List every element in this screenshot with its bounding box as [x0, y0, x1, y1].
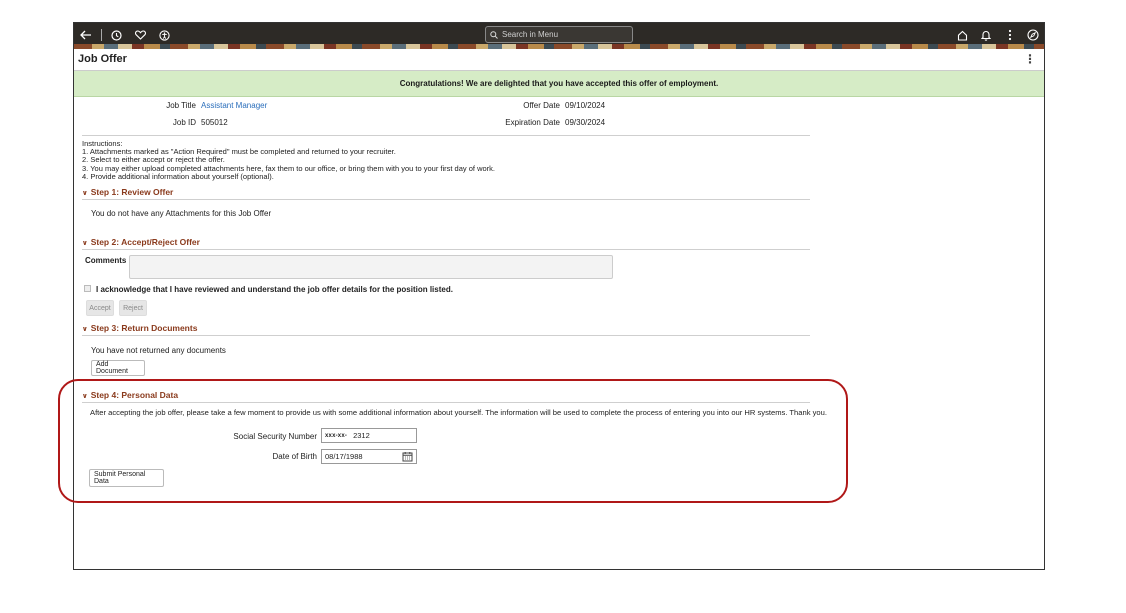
step3-header[interactable]: ∨ Step 3: Return Documents [82, 323, 810, 336]
step1-title: Step 1: Review Offer [90, 187, 174, 197]
page-title-bar: Job Offer ⋮ [74, 49, 1044, 71]
app-window: Job Offer ⋮ Congratulations! We are deli… [73, 22, 1045, 570]
divider [82, 135, 810, 136]
step3-text: You have not returned any documents [91, 346, 226, 355]
ssn-input[interactable] [353, 431, 414, 440]
navbar-icon[interactable] [1025, 27, 1041, 43]
acknowledge-checkbox[interactable] [84, 285, 91, 292]
history-icon[interactable] [108, 27, 124, 43]
step2-header[interactable]: ∨ Step 2: Accept/Reject Offer [82, 237, 810, 250]
submit-personal-data-button[interactable]: Submit Personal Data [89, 469, 164, 487]
expiration-date-label: Expiration Date [505, 118, 560, 127]
search-bar[interactable] [485, 26, 633, 43]
step4-header[interactable]: ∨ Step 4: Personal Data [82, 390, 810, 403]
offer-date-label: Offer Date [523, 101, 560, 110]
chevron-down-icon: ∨ [82, 190, 88, 197]
notification-icon[interactable] [978, 27, 994, 43]
comments-label: Comments [85, 256, 127, 265]
chevron-down-icon: ∨ [82, 393, 88, 400]
toolbar-divider [101, 29, 102, 41]
chevron-down-icon: ∨ [82, 326, 88, 333]
job-title-link[interactable]: Assistant Manager [201, 101, 267, 110]
search-icon [490, 26, 498, 44]
page-actions-icon[interactable]: ⋮ [1024, 52, 1036, 66]
expiration-date-value: 09/30/2024 [565, 118, 606, 127]
step1-text: You do not have any Attachments for this… [91, 209, 272, 218]
step3-title: Step 3: Return Documents [90, 323, 198, 333]
step4-title: Step 4: Personal Data [90, 390, 179, 400]
top-navigation-bar [74, 23, 1044, 49]
step4-text: After accepting the job offer, please ta… [90, 408, 827, 417]
search-input[interactable] [502, 30, 622, 39]
job-title-label: Job Title [166, 101, 196, 110]
ssn-mask: xxx-xx- [325, 432, 348, 439]
favorites-icon[interactable] [132, 27, 148, 43]
instructions: Instructions: 1. Attachments marked as "… [82, 139, 495, 181]
home-icon[interactable] [954, 27, 970, 43]
dob-input[interactable] [325, 452, 385, 461]
comments-textarea[interactable] [129, 255, 613, 279]
accessibility-icon[interactable] [156, 27, 172, 43]
dob-field[interactable] [321, 449, 417, 464]
page-title: Job Offer [78, 53, 127, 65]
chevron-down-icon: ∨ [82, 240, 88, 247]
job-id-value: 505012 [201, 118, 228, 127]
accept-button[interactable]: Accept [86, 300, 114, 316]
instruction-line: 4. Provide additional information about … [82, 171, 274, 181]
ssn-field[interactable]: xxx-xx- [321, 428, 417, 443]
ssn-label: Social Security Number [233, 432, 317, 441]
success-banner: Congratulations! We are delighted that y… [74, 71, 1044, 97]
add-document-button[interactable]: Add Document [91, 360, 145, 376]
step2-title: Step 2: Accept/Reject Offer [90, 237, 200, 247]
step1-header[interactable]: ∨ Step 1: Review Offer [82, 187, 810, 200]
job-id-label: Job ID [172, 118, 196, 127]
offer-date-value: 09/10/2024 [565, 101, 606, 110]
reject-button[interactable]: Reject [119, 300, 147, 316]
calendar-icon[interactable] [402, 451, 413, 464]
acknowledge-text: I acknowledge that I have reviewed and u… [96, 285, 453, 294]
actions-menu-icon[interactable] [1002, 27, 1018, 43]
dob-label: Date of Birth [272, 452, 317, 461]
back-icon[interactable] [78, 27, 94, 43]
